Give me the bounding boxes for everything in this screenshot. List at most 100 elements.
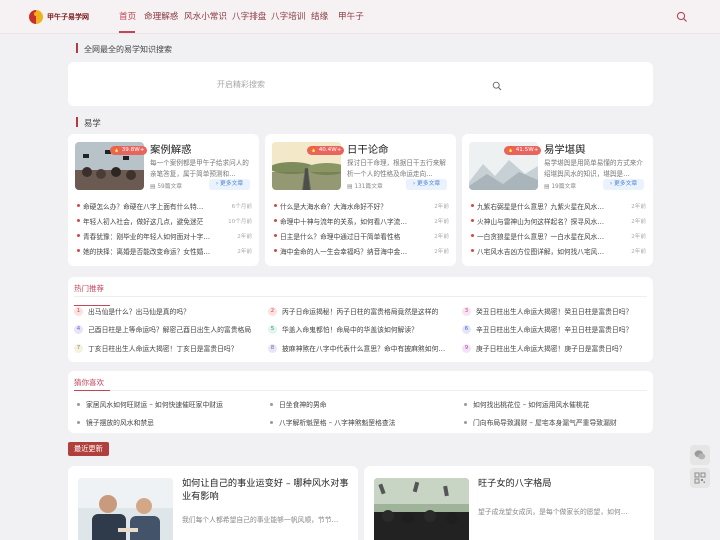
bullet-icon (77, 249, 80, 252)
post-thumbnail[interactable] (78, 478, 173, 540)
qrcode-icon (694, 472, 706, 484)
more-articles-button[interactable]: › 更多文章 (209, 179, 250, 190)
guess-item[interactable]: 镜子摆放的风水和禁忌 (77, 416, 262, 428)
more-articles-button[interactable]: › 更多文章 (603, 179, 644, 190)
panel-title: 猜你喜欢 (74, 378, 104, 387)
bullet-icon (274, 204, 277, 207)
section-marker (76, 117, 78, 127)
bullet-icon (471, 249, 474, 252)
rank-badge: 2 (268, 306, 277, 316)
category-title[interactable]: 日干论命 (347, 141, 389, 156)
hot-item[interactable]: 3 癸丑日柱出生人命运大揭密！癸丑日柱是富贵日吗？ (462, 305, 650, 317)
bullet-icon (471, 204, 474, 207)
list-item[interactable]: 什么是大海水命？大海水命好不好？ 2年前 (274, 198, 449, 213)
hot-item[interactable]: 5 华盖入命鬼都怕！命局中的华盖该如何解读？ (268, 323, 458, 335)
guess-item[interactable]: 如何找出桃花位 – 如何运用风水催桃花 (464, 398, 649, 410)
article-count: ▤ 131篇文章 (347, 184, 383, 190)
article-count: ▤ 19篇文章 (544, 184, 577, 190)
hot-item[interactable]: 1 出马仙是什么？出马仙是真的吗？ (74, 305, 254, 317)
divider (74, 296, 647, 297)
list-item[interactable]: 海中金命的人一生会幸福吗？纳音海中金… 2年前 (274, 243, 449, 258)
bullet-icon (270, 420, 273, 424)
section-marker (76, 43, 78, 53)
wechat-icon (694, 450, 706, 460)
post-thumbnail[interactable] (374, 478, 469, 540)
bullet-icon (274, 249, 277, 252)
nav-bazi-training[interactable]: 八字培训 (271, 0, 305, 34)
latest-updates-label: 最近更新 (68, 442, 109, 456)
post-card: 旺子女的八字格局 望子成龙望女成凤，是每个做家长的愿望，如何… (364, 466, 654, 540)
category-title[interactable]: 案例解惑 (150, 141, 192, 156)
bullet-icon (77, 234, 80, 237)
panel-title: 热门推荐 (74, 284, 104, 293)
post-title[interactable]: 旺子女的八字格局 (478, 477, 648, 490)
bullet-icon (464, 402, 467, 406)
post-excerpt: 我们每个人都希望自己的事业能够一帆风顺，节节… (182, 516, 339, 524)
nav-jiawuzi[interactable]: 甲午子 (338, 0, 364, 34)
rank-badge: 5 (268, 324, 277, 334)
list-item[interactable]: 年轻人初入社会，做好这几点，避免迷茫 10个月前 (77, 213, 252, 228)
list-item[interactable]: 日主是什么？命理中通过日干简单看性格 2年前 (274, 228, 449, 243)
list-item[interactable]: 九紫右弼星是什么意思？九紫火星在风水… 2年前 (471, 198, 646, 213)
hot-item[interactable]: 2 丙子日命运揭秘！丙子日柱的富贵格局竟然是这样的 (268, 305, 458, 317)
title-underline (74, 390, 110, 391)
views-badge: 🔥 41.5W+ (504, 146, 542, 155)
list-item[interactable]: 她的抉择：离婚是否能改变命运？女性婚… 2年前 (77, 243, 252, 258)
category-card-cases: 🔥 39.8W+ 案例解惑 每一个案例都是甲午子给求问人的亲笔答复，属于简单预测… (68, 134, 259, 266)
list-item[interactable]: 命理中十神与流年的关系，如何看八字流… 2年前 (274, 213, 449, 228)
rank-badge: 4 (74, 324, 83, 334)
article-count: ▤ 59篇文章 (150, 184, 183, 190)
bullet-icon (77, 420, 80, 424)
bullet-icon (274, 219, 277, 222)
nav-home[interactable]: 首页 (119, 0, 136, 34)
nav-donate[interactable]: 结缘 (311, 0, 328, 34)
hot-item[interactable]: 4 己酉日柱是上等命运吗？解密己酉日出生人的富贵格局 (74, 323, 264, 335)
views-badge: 🔥 39.8W+ (110, 146, 148, 155)
guess-item[interactable]: 门向布局导致漏财 – 屋宅本身漏气严重导致漏财 (464, 416, 649, 428)
wechat-float-button[interactable] (690, 445, 710, 465)
yixue-section-title: 易学 (84, 118, 101, 128)
hot-item[interactable]: 9 庚子日柱出生人命运大揭密！庚子日是富贵日吗？ (462, 342, 650, 354)
views-badge: 🔥 40.4W+ (307, 146, 345, 155)
guess-you-like-panel: 猜你喜欢 家居风水如何旺财运 – 如何快速催旺家中财运 日坐食神的男命 如何找出… (68, 371, 653, 433)
list-item[interactable]: 命硬怎么办？命硬在八字上面有什么特… 6个月前 (77, 198, 252, 213)
site-logo[interactable]: 甲午子易学网 (29, 9, 117, 25)
nav-active-indicator (119, 31, 135, 33)
bullet-icon (77, 204, 80, 207)
search-submit-icon[interactable] (492, 81, 502, 91)
header-search-icon[interactable] (676, 11, 688, 23)
post-card: 如何让自己的事业运变好 – 哪种风水对事业有影响 我们每个人都希望自己的事业能够… (68, 466, 358, 540)
guess-item[interactable]: 日坐食神的男命 (270, 398, 455, 410)
list-item[interactable]: 八宅风水吉凶方位图详解，如何找八宅风… 2年前 (471, 243, 646, 258)
category-description: 探讨日干命理，根据日干五行来解析一个人的性格及命运走向… (347, 159, 446, 178)
nav-fengshui-tips[interactable]: 风水小常识 (184, 0, 227, 34)
list-item[interactable]: 一白贪狼星是什么意思？一白水星在风水… 2年前 (471, 228, 646, 243)
nav-bazi-chart[interactable]: 八字排盘 (232, 0, 266, 34)
rank-badge: 1 (74, 306, 83, 316)
hot-item[interactable]: 6 辛丑日柱出生人命运大揭密！辛丑日柱是富贵日吗？ (462, 323, 650, 335)
nav-fortune-qa[interactable]: 命理解惑 (144, 0, 178, 34)
qrcode-float-button[interactable] (690, 468, 710, 488)
post-excerpt: 望子成龙望女成凤，是每个做家长的愿望，如何… (478, 508, 628, 516)
rank-badge: 9 (462, 343, 471, 353)
rank-badge: 7 (74, 343, 83, 353)
hot-item[interactable]: 7 丁亥日柱出生人命运大揭密！丁亥日是富贵日吗？ (74, 342, 264, 354)
guess-item[interactable]: 家居风水如何旺财运 – 如何快速催旺家中财运 (77, 398, 262, 410)
bullet-icon (464, 420, 467, 424)
logo-text: 甲午子易学网 (47, 13, 89, 21)
bullet-icon (274, 234, 277, 237)
category-title[interactable]: 易学堪舆 (544, 141, 586, 156)
list-item[interactable]: 火神山与雷神山为何这样起名？探寻风水… 2年前 (471, 213, 646, 228)
bullet-icon (471, 219, 474, 222)
hot-item[interactable]: 8 披麻神煞在八字中代表什么意思？命中有披麻煞如何… (268, 342, 458, 354)
yinyang-logo-icon (29, 10, 43, 24)
guess-item[interactable]: 八字解析魁罡格 – 八字神煞魁罡格查法 (270, 416, 455, 428)
post-title[interactable]: 如何让自己的事业运变好 – 哪种风水对事业有影响 (182, 477, 352, 503)
rank-badge: 8 (268, 343, 277, 353)
more-articles-button[interactable]: › 更多文章 (406, 179, 447, 190)
list-item[interactable]: 青春犹豫：刚毕业的年轻人如何面对十字… 2年前 (77, 228, 252, 243)
search-section-title: 全网最全的易学知识搜索 (84, 45, 172, 54)
category-card-geomancy: 🔥 41.5W+ 易学堪舆 易学堪舆是用简单易懂的方式来介绍堪舆风水的知识，堪舆… (462, 134, 653, 266)
search-input[interactable] (217, 75, 517, 93)
bullet-icon (77, 402, 80, 406)
